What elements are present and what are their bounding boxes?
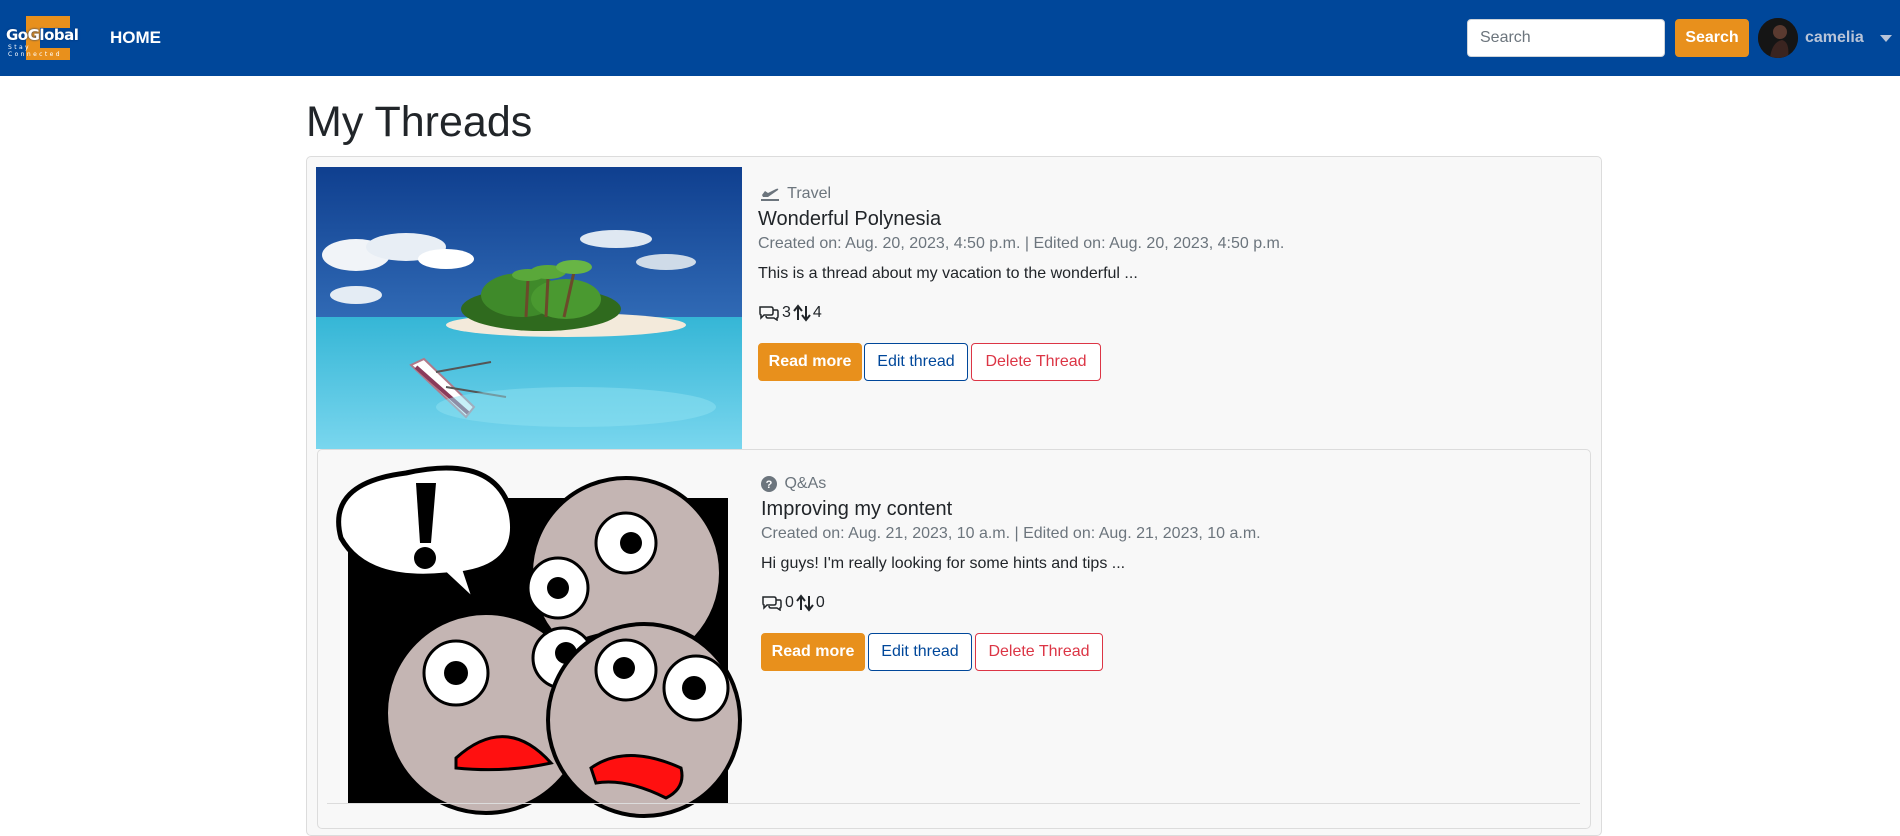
edit-thread-button[interactable]: Edit thread <box>864 343 968 381</box>
chevron-down-icon[interactable] <box>1880 35 1892 42</box>
thread-category: Travel <box>760 185 831 203</box>
site-logo[interactable]: GoGlobal Stay Connected <box>6 12 88 64</box>
thread-excerpt: Hi guys! I'm really looking for some hin… <box>761 555 1126 572</box>
edit-thread-button[interactable]: Edit thread <box>868 633 972 671</box>
thread-title[interactable]: Improving my content <box>761 498 952 521</box>
comment-count: 0 <box>785 594 794 611</box>
vote-count: 0 <box>815 594 825 611</box>
username[interactable]: camelia <box>1805 29 1864 47</box>
avatar-image <box>1758 18 1798 58</box>
thread-category-label: Q&As <box>784 475 827 492</box>
thread-stats: 0 0 <box>761 594 825 612</box>
plane-departure-icon <box>761 188 779 201</box>
thread-excerpt: This is a thread about my vacation to th… <box>758 265 1138 282</box>
thread-thumbnail[interactable] <box>316 167 742 449</box>
nav-home-link[interactable]: HOME <box>110 28 161 48</box>
search-input[interactable] <box>1467 19 1665 57</box>
shocked-faces-image <box>336 465 742 818</box>
thread-dates: Created on: Aug. 20, 2023, 4:50 p.m. | E… <box>758 235 1285 252</box>
navbar: GoGlobal Stay Connected HOME Search came… <box>0 0 1900 76</box>
thread-category-label: Travel <box>787 185 832 202</box>
read-more-button[interactable]: Read more <box>761 633 865 671</box>
thread-card: Travel Wonderful Polynesia Created on: A… <box>316 167 1594 449</box>
comments-icon <box>762 596 782 611</box>
avatar[interactable] <box>1758 18 1798 58</box>
logo-subtext: Stay Connected <box>8 44 62 58</box>
page-title: My Threads <box>306 98 533 146</box>
vote-count: 4 <box>812 304 822 321</box>
comments-icon <box>759 306 779 321</box>
logo-text: GoGlobal <box>6 26 79 44</box>
tropical-island-image <box>316 167 742 449</box>
delete-thread-button[interactable]: Delete Thread <box>975 633 1103 671</box>
search-button[interactable]: Search <box>1675 19 1749 57</box>
svg-text:?: ? <box>766 479 773 491</box>
read-more-button[interactable]: Read more <box>758 343 862 381</box>
thread-thumbnail[interactable] <box>326 458 746 818</box>
votes-icon <box>796 594 814 612</box>
thread-title[interactable]: Wonderful Polynesia <box>758 208 941 231</box>
thread-category: ? Q&As <box>761 475 826 493</box>
delete-thread-button[interactable]: Delete Thread <box>971 343 1101 381</box>
thread-card: ? Q&As Improving my content Created on: … <box>317 449 1591 829</box>
thread-dates: Created on: Aug. 21, 2023, 10 a.m. | Edi… <box>761 525 1261 542</box>
comment-count: 3 <box>782 304 791 321</box>
question-circle-icon: ? <box>761 475 777 492</box>
next-thread-card-edge <box>327 803 1580 813</box>
thread-stats: 3 4 <box>758 304 822 322</box>
votes-icon <box>793 304 811 322</box>
